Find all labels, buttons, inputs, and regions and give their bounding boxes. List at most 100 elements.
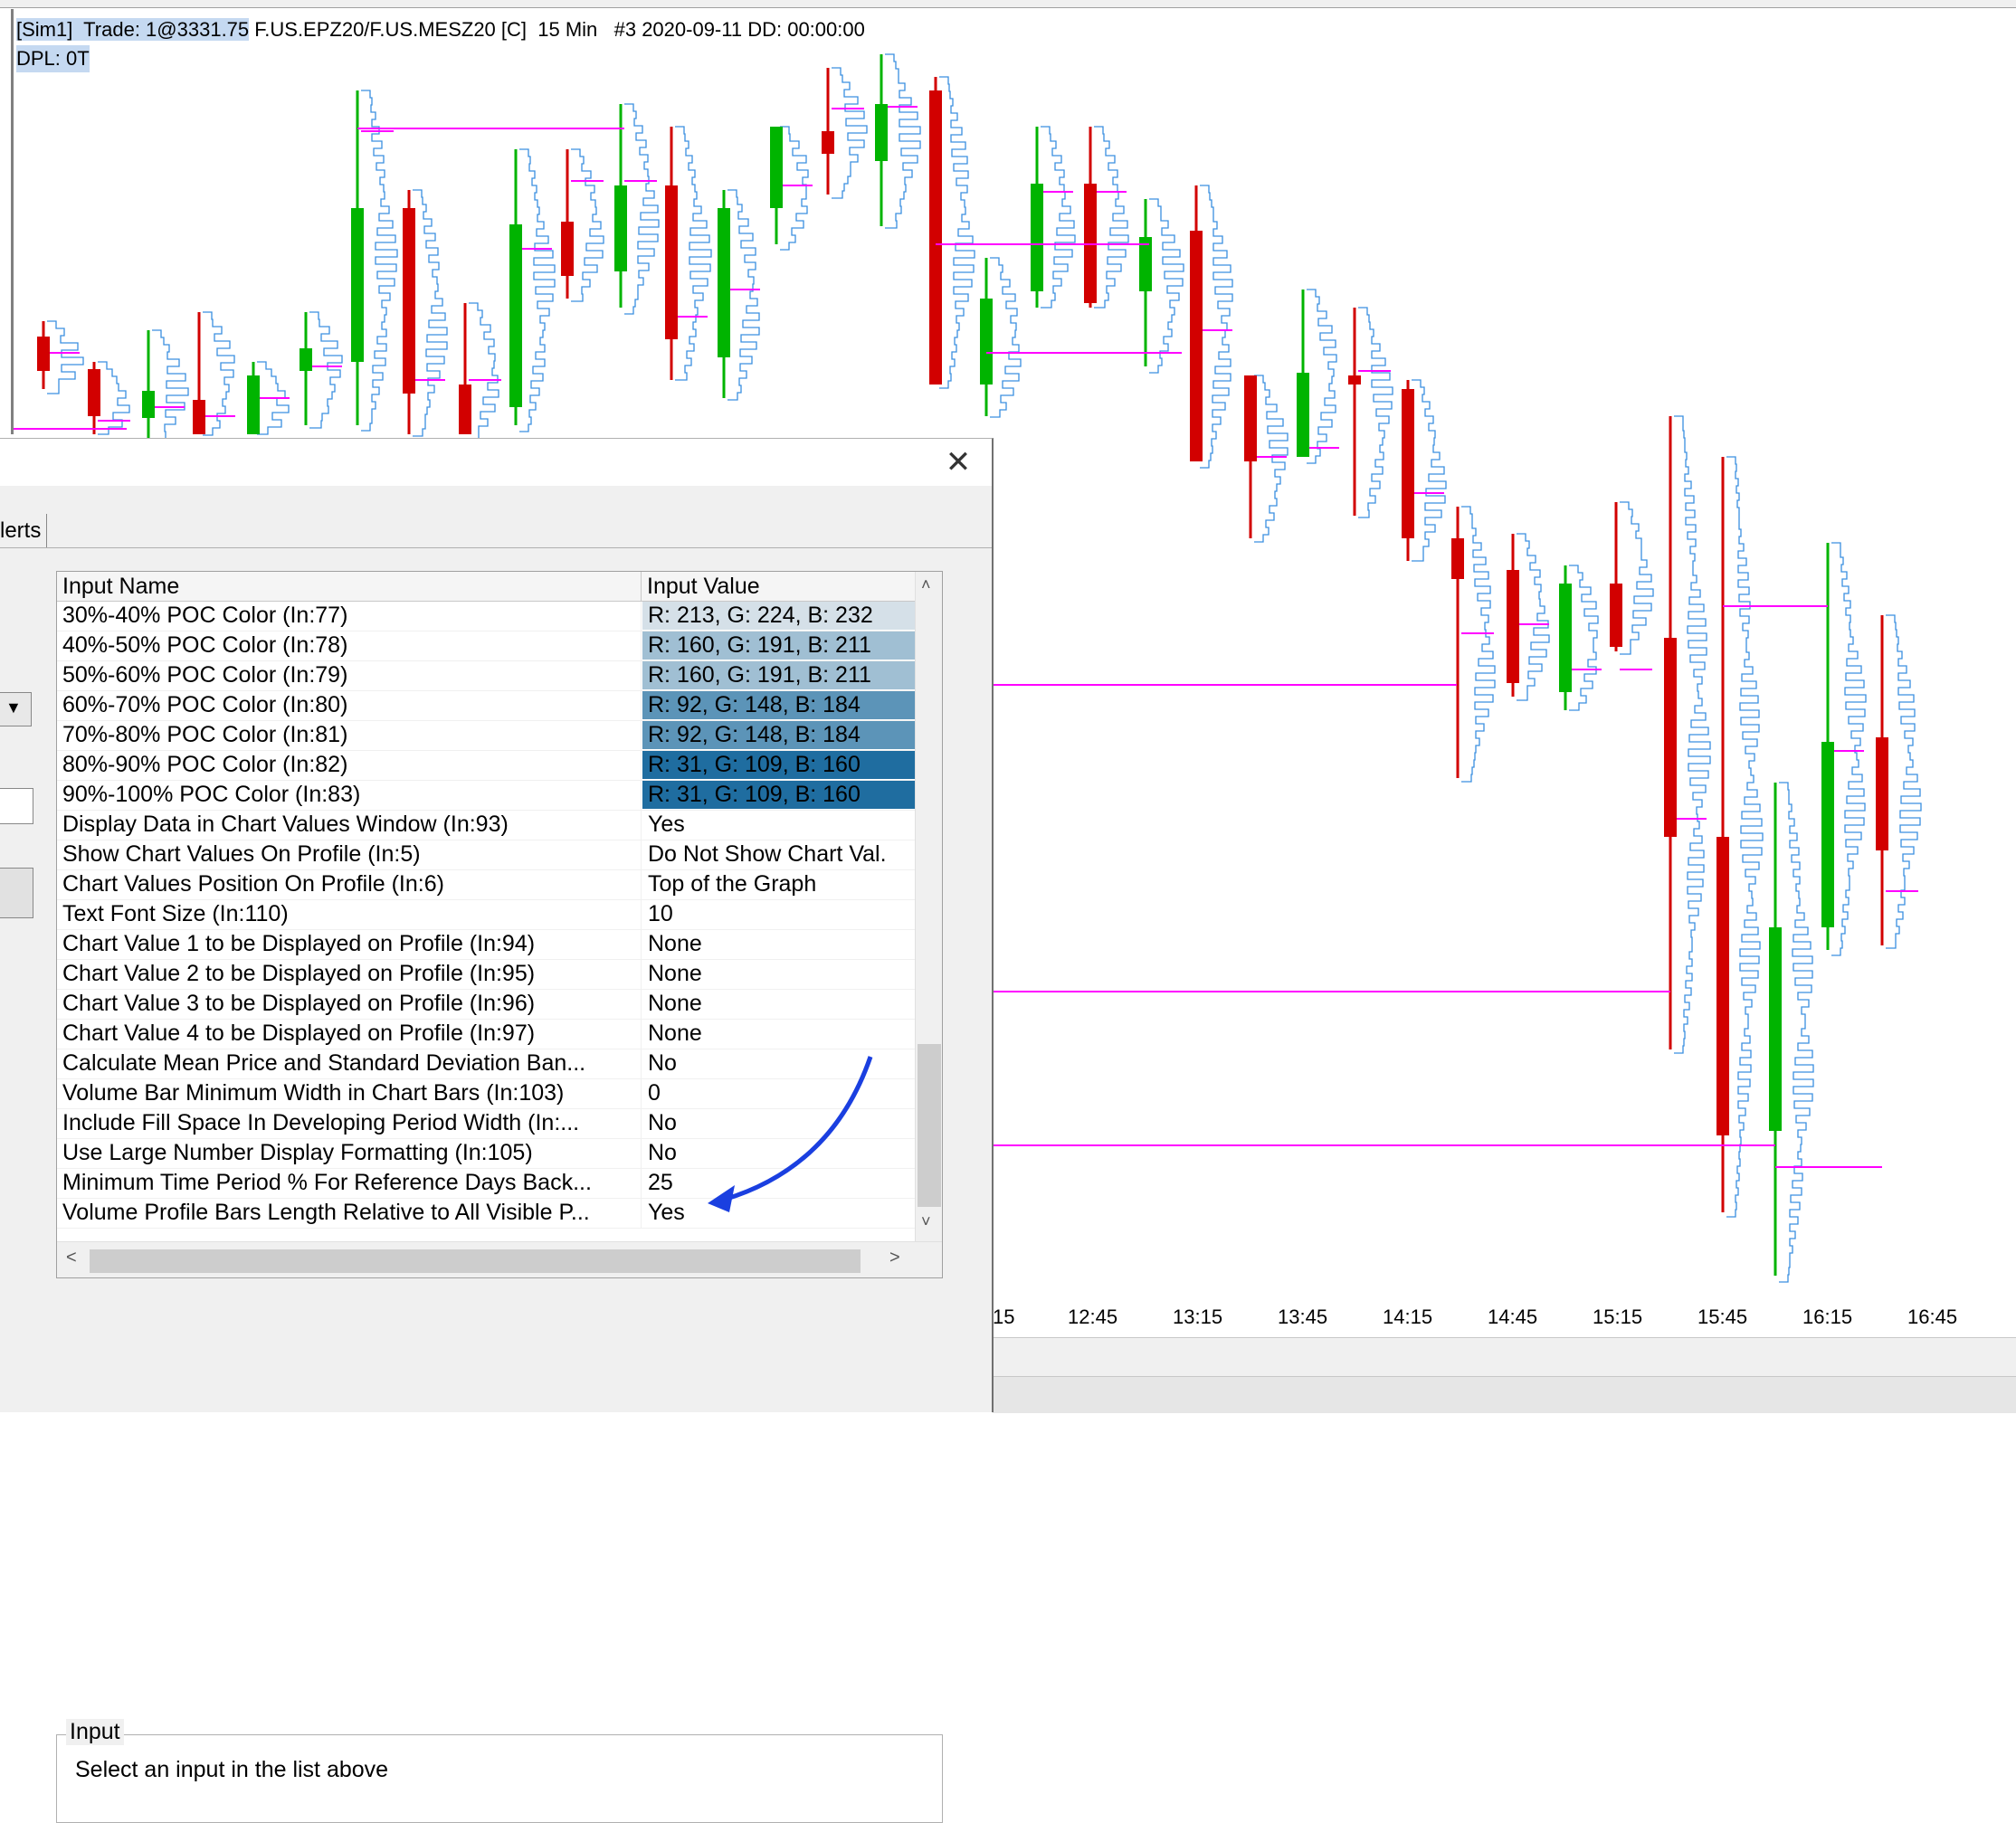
time-tick-label: 15 (993, 1306, 1015, 1328)
input-name-cell: 60%-70% POC Color (In:80) (57, 691, 642, 720)
volume-profile-outline (939, 76, 975, 389)
input-value-cell[interactable]: R: 31, G: 109, B: 160 (642, 781, 916, 809)
input-name-cell: Volume Bar Minimum Width in Chart Bars (… (57, 1079, 642, 1108)
grid-row[interactable]: 90%-100% POC Color (In:83) R: 31, G: 109,… (57, 781, 917, 811)
volume-profile-outline (675, 126, 712, 381)
vertical-scrollbar[interactable]: ˄ ˅ (915, 572, 942, 1241)
volume-profile-outline (1358, 307, 1393, 518)
grid-row[interactable]: Calculate Mean Price and Standard Deviat… (57, 1049, 917, 1079)
input-value-cell[interactable]: R: 92, G: 148, B: 184 (642, 721, 916, 749)
horizontal-scroll-thumb[interactable] (90, 1249, 861, 1273)
input-description-group: Input Select an input in the list above (56, 1719, 943, 1823)
input-value-cell[interactable]: R: 160, G: 191, B: 211 (642, 631, 916, 660)
candle-body (37, 337, 50, 371)
input-value-cell[interactable]: Yes (642, 811, 916, 839)
grid-row[interactable]: 80%-90% POC Color (In:82) R: 31, G: 109, … (57, 751, 917, 781)
input-name-cell: Volume Profile Bars Length Relative to A… (57, 1199, 642, 1228)
grid-row[interactable]: Include Fill Space In Developing Period … (57, 1109, 917, 1139)
volume-profile-outline (727, 189, 760, 401)
grid-row[interactable]: Minimum Time Period % For Reference Days… (57, 1169, 917, 1199)
grid-row[interactable]: Volume Bar Minimum Width in Chart Bars (… (57, 1079, 917, 1109)
grid-row[interactable]: Use Large Number Display Formatting (In:… (57, 1139, 917, 1169)
volume-profile-outline (469, 302, 499, 442)
input-value-cell[interactable]: Do Not Show Chart Val. (642, 840, 916, 869)
grid-row[interactable]: Chart Value 4 to be Displayed on Profile… (57, 1020, 917, 1049)
chart-horizontal-scrollbar[interactable] (993, 1376, 2016, 1413)
candle-body (1297, 373, 1309, 457)
time-tick-label: 16:45 (1907, 1306, 1958, 1328)
volume-profile-outline (1041, 126, 1076, 309)
volume-profile-outline (990, 257, 1022, 418)
volume-profile-outline (1674, 415, 1711, 1054)
input-group-legend: Input (66, 1719, 124, 1745)
candle-body (929, 90, 942, 385)
input-value-cell[interactable]: R: 213, G: 224, B: 232 (642, 602, 916, 630)
input-name-cell: 90%-100% POC Color (In:83) (57, 781, 642, 810)
input-name-cell: Display Data in Chart Values Window (In:… (57, 811, 642, 840)
grid-row[interactable]: 30%-40% POC Color (In:77) R: 213, G: 224,… (57, 602, 917, 631)
candle-body (88, 369, 100, 416)
grid-row[interactable]: Chart Value 3 to be Displayed on Profile… (57, 990, 917, 1020)
column-header-input-name[interactable]: Input Name (57, 572, 642, 601)
partial-dropdown[interactable]: ▼ (0, 692, 32, 726)
input-name-cell: 30%-40% POC Color (In:77) (57, 602, 642, 631)
grid-header: Input Name Input Value (57, 572, 917, 602)
grid-row[interactable]: Show Chart Values On Profile (In:5) Do No… (57, 840, 917, 870)
time-tick-label: 15:15 (1593, 1306, 1643, 1328)
input-value-cell[interactable]: No (642, 1109, 916, 1137)
volume-profile-outline (885, 53, 921, 229)
candle-body (1031, 184, 1043, 291)
horizontal-scrollbar[interactable]: < > (57, 1241, 942, 1277)
input-value-cell[interactable]: R: 31, G: 109, B: 160 (642, 751, 916, 779)
scroll-left-icon[interactable]: < (66, 1248, 77, 1268)
partial-input-field[interactable] (0, 788, 33, 824)
input-value-cell[interactable]: R: 160, G: 191, B: 211 (642, 661, 916, 689)
chevron-down-icon: ▼ (5, 698, 22, 717)
input-value-cell[interactable]: Yes (642, 1199, 916, 1227)
candle-body (1244, 375, 1257, 461)
volume-profile-outline (780, 126, 809, 251)
vertical-scroll-thumb[interactable] (918, 1044, 941, 1207)
scroll-up-icon[interactable]: ˄ (921, 575, 931, 594)
input-value-cell[interactable]: R: 92, G: 148, B: 184 (642, 691, 916, 719)
grid-row[interactable]: 60%-70% POC Color (In:80) R: 92, G: 148, … (57, 691, 917, 721)
input-value-cell[interactable]: None (642, 930, 916, 958)
grid-row[interactable]: Chart Values Position On Profile (In:6) T… (57, 870, 917, 900)
input-value-cell[interactable]: None (642, 990, 916, 1018)
input-value-cell[interactable]: None (642, 1020, 916, 1048)
candle-body (403, 208, 415, 394)
input-name-cell: Text Font Size (In:110) (57, 900, 642, 929)
volume-profile-outline (309, 311, 343, 429)
partial-button[interactable] (0, 868, 33, 918)
grid-rows: 30%-40% POC Color (In:77) R: 213, G: 224,… (57, 602, 917, 1229)
close-button[interactable]: ✕ (936, 444, 981, 480)
tab-alerts[interactable]: lerts (0, 514, 48, 548)
input-value-cell[interactable]: No (642, 1049, 916, 1078)
input-value-cell[interactable]: 10 (642, 900, 916, 928)
volume-profile-outline (1620, 501, 1654, 655)
candle-body (614, 185, 627, 271)
volume-profile-outline (1200, 185, 1233, 469)
scroll-right-icon[interactable]: > (889, 1248, 900, 1268)
candle-body (822, 131, 834, 154)
column-header-input-value[interactable]: Input Value (642, 572, 917, 601)
candle-body (1402, 389, 1414, 538)
input-value-cell[interactable]: 0 (642, 1079, 916, 1107)
scroll-down-icon[interactable]: ˅ (921, 1212, 931, 1231)
inputs-grid[interactable]: Input Name Input Value 30%-40% POC Color… (56, 571, 943, 1278)
input-value-cell[interactable]: No (642, 1139, 916, 1167)
grid-row[interactable]: 40%-50% POC Color (In:78) R: 160, G: 191,… (57, 631, 917, 661)
input-value-cell[interactable]: Top of the Graph (642, 870, 916, 898)
input-name-cell: Calculate Mean Price and Standard Deviat… (57, 1049, 642, 1078)
grid-row[interactable]: Chart Value 1 to be Displayed on Profile… (57, 930, 917, 960)
input-value-cell[interactable]: None (642, 960, 916, 988)
input-value-cell[interactable]: 25 (642, 1169, 916, 1197)
candle-body (247, 375, 260, 434)
grid-row[interactable]: Volume Profile Bars Length Relative to A… (57, 1199, 917, 1229)
grid-row[interactable]: 70%-80% POC Color (In:81) R: 92, G: 148, … (57, 721, 917, 751)
grid-row[interactable]: Display Data in Chart Values Window (In:… (57, 811, 917, 840)
input-name-cell: Chart Value 2 to be Displayed on Profile… (57, 960, 642, 989)
grid-row[interactable]: 50%-60% POC Color (In:79) R: 160, G: 191,… (57, 661, 917, 691)
grid-row[interactable]: Text Font Size (In:110) 10 (57, 900, 917, 930)
grid-row[interactable]: Chart Value 2 to be Displayed on Profile… (57, 960, 917, 990)
